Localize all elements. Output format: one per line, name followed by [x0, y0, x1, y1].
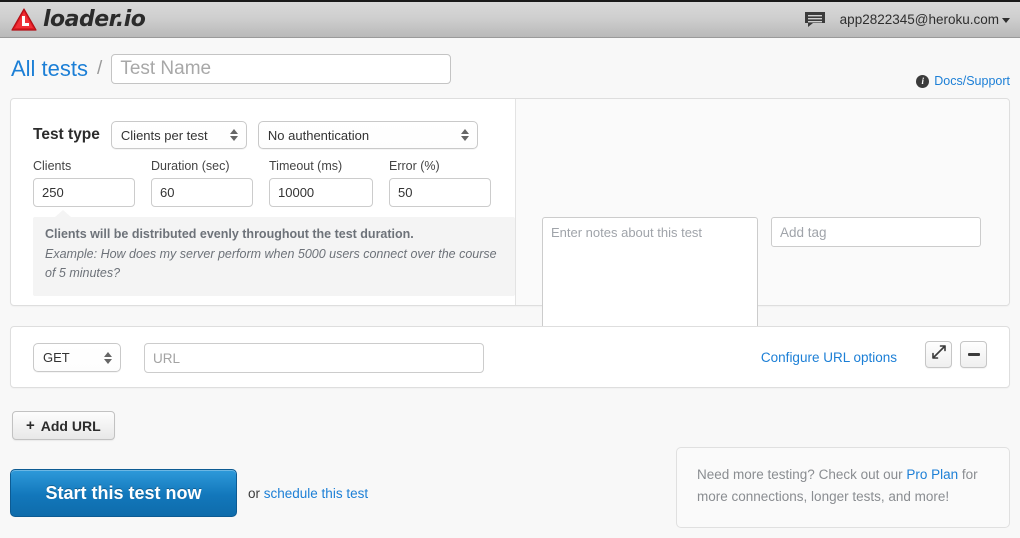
expand-url-options-button[interactable] [925, 341, 952, 368]
test-type-row: Test type Clients per test No authentica… [33, 121, 478, 149]
user-account-menu[interactable]: app2822345@heroku.com [840, 12, 1010, 27]
clients-input[interactable] [33, 178, 135, 207]
info-circle-icon: i [916, 74, 930, 88]
error-label: Error (%) [389, 159, 440, 173]
breadcrumb-separator: / [97, 58, 103, 79]
chat-bubble-icon[interactable] [804, 11, 826, 28]
loader-triangle-logo-icon [11, 7, 37, 32]
test-type-select[interactable]: Clients per test [110, 121, 247, 149]
docs-support[interactable]: i Docs/Support [916, 74, 1010, 88]
start-test-label: Start this test now [45, 482, 202, 503]
schedule-test-link[interactable]: schedule this test [264, 486, 368, 501]
test-type-help-box: Clients will be distributed evenly throu… [33, 210, 515, 296]
configure-url-options-link[interactable]: Configure URL options [761, 350, 897, 365]
promo-text: Need more testing? Check out our Pro Pla… [697, 464, 989, 509]
panel-divider [515, 99, 516, 305]
select-stepper-icon [229, 128, 238, 142]
breadcrumb: All tests / [0, 48, 1020, 90]
help-title: Clients will be distributed evenly throu… [45, 227, 414, 241]
error-input[interactable] [389, 178, 491, 207]
add-url-label: Add URL [40, 417, 101, 434]
authentication-selected-value: No authentication [267, 127, 370, 143]
test-configuration-panel: Test type Clients per test No authentica… [10, 98, 1010, 370]
test-type-label: Test type [33, 126, 100, 143]
authentication-select[interactable]: No authentication [257, 121, 478, 149]
duration-field: Duration (sec) [151, 159, 253, 207]
select-stepper-icon [460, 128, 469, 142]
or-text: or [248, 486, 264, 501]
help-example: Example: How does my server perform when… [45, 247, 497, 281]
minus-icon [967, 353, 980, 356]
timeout-input[interactable] [269, 178, 373, 207]
add-tag-input[interactable] [771, 217, 981, 247]
breadcrumb-all-tests-link[interactable]: All tests [11, 56, 88, 82]
test-parameters-grid: Clients Duration (sec) Timeout (ms) Erro… [33, 159, 491, 207]
chevron-down-icon [1002, 17, 1010, 23]
timeout-field: Timeout (ms) [269, 159, 373, 207]
top-navigation-bar: loader.io app2822345@heroku.com [0, 0, 1020, 38]
url-row-panel: GET Configure URL options [10, 326, 1010, 388]
plus-icon: + [26, 417, 35, 434]
brand-name: loader.io [43, 7, 146, 32]
docs-support-label[interactable]: Docs/Support [934, 74, 1010, 88]
url-input[interactable] [144, 343, 484, 373]
user-email-label: app2822345@heroku.com [839, 12, 999, 27]
expand-diagonal-arrow-icon [931, 345, 946, 364]
timeout-label: Timeout (ms) [269, 159, 343, 173]
test-name-input[interactable] [111, 54, 452, 84]
schedule-test-row: or schedule this test [248, 486, 368, 501]
promo-text-before: Need more testing? Check out our [697, 467, 907, 482]
remove-url-button[interactable] [960, 341, 987, 368]
error-field: Error (%) [389, 159, 491, 207]
duration-label: Duration (sec) [151, 159, 230, 173]
test-type-selected-value: Clients per test [120, 127, 208, 143]
pro-plan-promo-box: Need more testing? Check out our Pro Pla… [676, 447, 1010, 528]
clients-label: Clients [33, 159, 72, 173]
add-url-button[interactable]: + Add URL [12, 411, 115, 440]
pro-plan-link[interactable]: Pro Plan [906, 467, 958, 482]
http-method-select[interactable]: GET [33, 343, 121, 372]
duration-input[interactable] [151, 178, 253, 207]
clients-field: Clients [33, 159, 135, 207]
http-method-selected-value: GET [43, 350, 70, 365]
start-test-button[interactable]: Start this test now [10, 469, 237, 517]
brand-logo[interactable]: loader.io [11, 7, 146, 32]
select-stepper-icon [104, 351, 112, 365]
